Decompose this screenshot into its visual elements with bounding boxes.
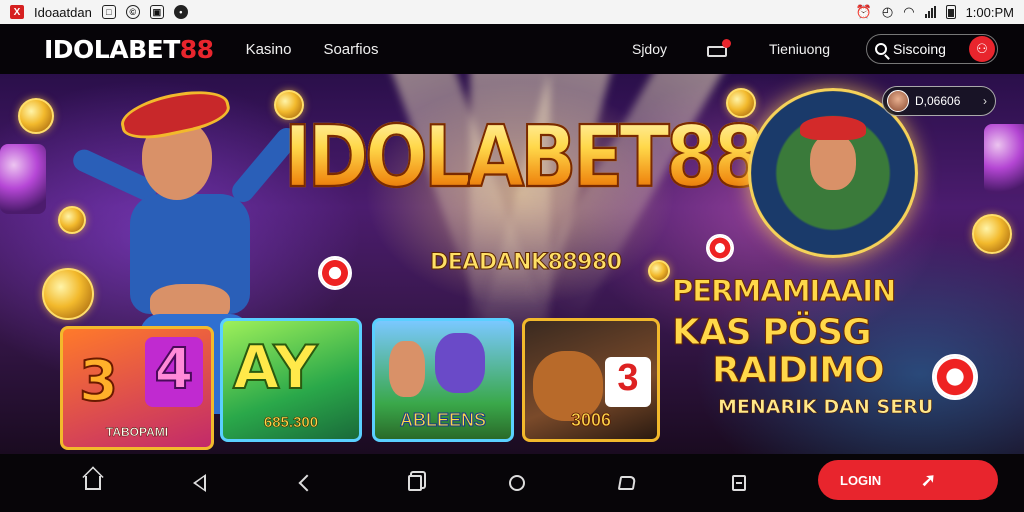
game-tile-3[interactable]: ABLEENS [372,318,514,442]
logo-number: 88 [179,34,214,64]
tile-4-label: 3006 [570,410,612,431]
wheel-character [810,134,856,190]
app-x-icon: X [10,5,24,19]
nav-link-tieniuong[interactable]: Tieniuong [769,41,830,57]
back-icon[interactable] [182,466,216,500]
brand-logo[interactable]: IDOLABET88 [44,35,214,64]
hero-banner[interactable]: IDOLABET88 DEADANK88980 D,06606 › 3 4 TA… [0,74,1024,454]
home-icon[interactable] [76,466,110,500]
battery-icon [945,5,956,19]
gift-icon [707,39,732,57]
nav-link-soarfios[interactable]: Soarfios [323,41,378,58]
alarm-icon: ⏰ [855,4,872,19]
search-label: Siscoing [893,41,946,57]
user-avatar-icon[interactable]: ⚇ [969,36,995,62]
balance-value: D,06606 [915,94,961,108]
share-icon[interactable] [610,466,644,500]
gallery-icon: ▣ [149,5,164,19]
nav-link-sjdoy[interactable]: Sjdoy [632,41,667,57]
chevron-right-icon: › [983,94,987,108]
logo-text: IDOLABET [44,34,180,64]
game-tile-1[interactable]: 3 4 TABOPAMI [60,326,214,450]
nav-link-kasino[interactable]: Kasino [246,41,292,58]
promo-line-2b: RAIDIMO [712,349,886,391]
status-bar: X Idoaatdan □ © ▣ • ⏰ ◴ ◠ 1:00:PM [0,0,1024,24]
chevron-left-icon[interactable] [290,466,324,500]
game-tile-2[interactable]: AY 685.300 [220,318,362,442]
login-arrow-icon: ➚ [920,469,936,490]
balance-pill[interactable]: D,06606 › [882,86,996,116]
status-app-title: Idoaatdan [34,4,92,20]
whatsapp-icon: © [125,5,140,19]
promo-line-2a: KAS PÖSG [672,312,873,353]
search-field[interactable]: Siscoing ⚇ [866,34,998,64]
notification-icon: □ [101,5,116,19]
circle-icon[interactable] [500,466,534,500]
status-time: 1:00:PM [965,4,1014,20]
tile-4-card: 3 [605,357,651,407]
avatar [887,90,909,112]
search-icon [875,43,887,55]
tile-1-label: TABOPAMI [105,425,169,439]
dot-icon: • [173,5,188,19]
tile-1-number-a: 3 [78,348,119,415]
note-icon[interactable] [722,466,756,500]
copy-icon[interactable] [398,466,432,500]
bottom-nav: LOGIN ➚ [0,454,1024,512]
promo-line-3: MENARIK DAN SERU [718,395,934,418]
tile-1-number-b: 4 [145,336,203,407]
hero-subtitle: DEADANK88980 [430,250,623,276]
tile-3-label: ABLEENS [399,410,486,431]
clock-icon: ◴ [881,4,894,19]
wifi-icon: ◠ [903,4,915,19]
gift-button[interactable] [707,39,732,57]
signal-icon [924,6,936,18]
promo-text: PERMAMIAAIN KAS PÖSG RAIDIMO MENARIK DAN… [672,274,942,418]
top-nav: IDOLABET88 Kasino Soarfios Sjdoy Tieniuo… [0,24,1024,74]
promo-line-1: PERMAMIAAIN [672,274,897,309]
login-button[interactable]: LOGIN ➚ [818,460,998,500]
hero-title: IDOLABET88 [283,106,766,207]
game-tile-4[interactable]: 3 3006 [522,318,660,442]
tile-2-label: 685.300 [263,414,319,432]
tile-2-text: AY [232,332,318,404]
wheel-character-hat [800,116,866,140]
login-label: LOGIN [840,472,882,488]
